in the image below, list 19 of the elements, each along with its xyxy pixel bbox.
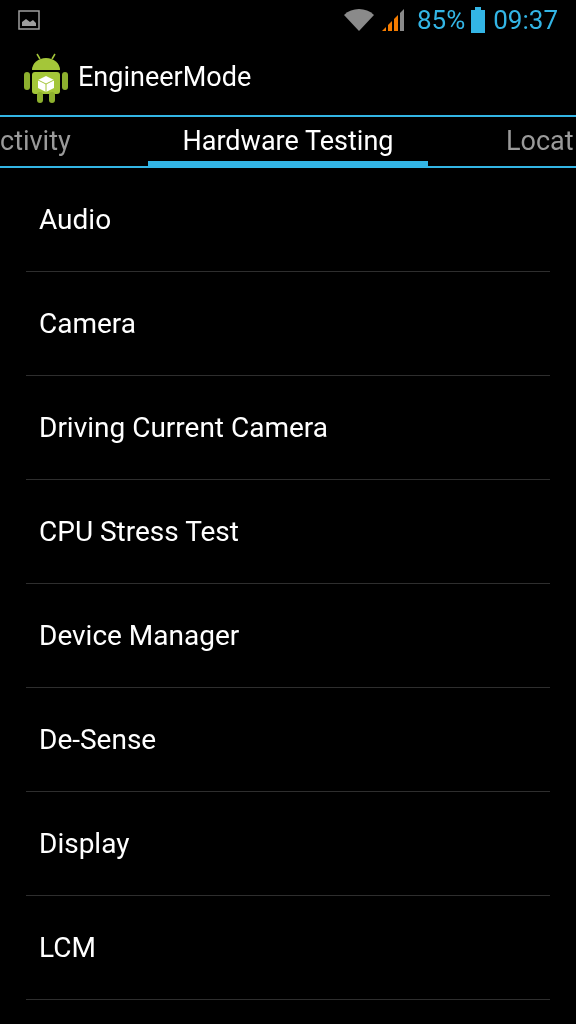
list-item[interactable]: Display bbox=[26, 822, 130, 865]
list-item[interactable]: Audio bbox=[26, 198, 112, 241]
tab[interactable]: Locat bbox=[428, 117, 576, 166]
battery-percentage: 85% bbox=[416, 3, 466, 37]
tab[interactable]: ctivity bbox=[0, 117, 148, 166]
android-robot-icon bbox=[24, 51, 68, 104]
list-item[interactable]: De-Sense bbox=[26, 718, 157, 761]
signal-icon bbox=[380, 8, 407, 32]
image-notification-icon bbox=[18, 10, 40, 30]
clock: 09:37 bbox=[493, 3, 558, 37]
list-item[interactable]: LCM bbox=[26, 926, 96, 969]
list-item[interactable]: Driving Current Camera bbox=[26, 406, 328, 449]
tab[interactable]: Hardware Testing bbox=[148, 117, 428, 166]
list-item[interactable]: CPU Stress Test bbox=[26, 510, 239, 553]
list-item[interactable]: Device Manager bbox=[26, 614, 240, 657]
battery-icon bbox=[471, 7, 486, 33]
wifi-icon bbox=[342, 8, 375, 32]
list-item[interactable]: Camera bbox=[26, 302, 137, 345]
app-title: EngineerMode bbox=[78, 60, 252, 96]
